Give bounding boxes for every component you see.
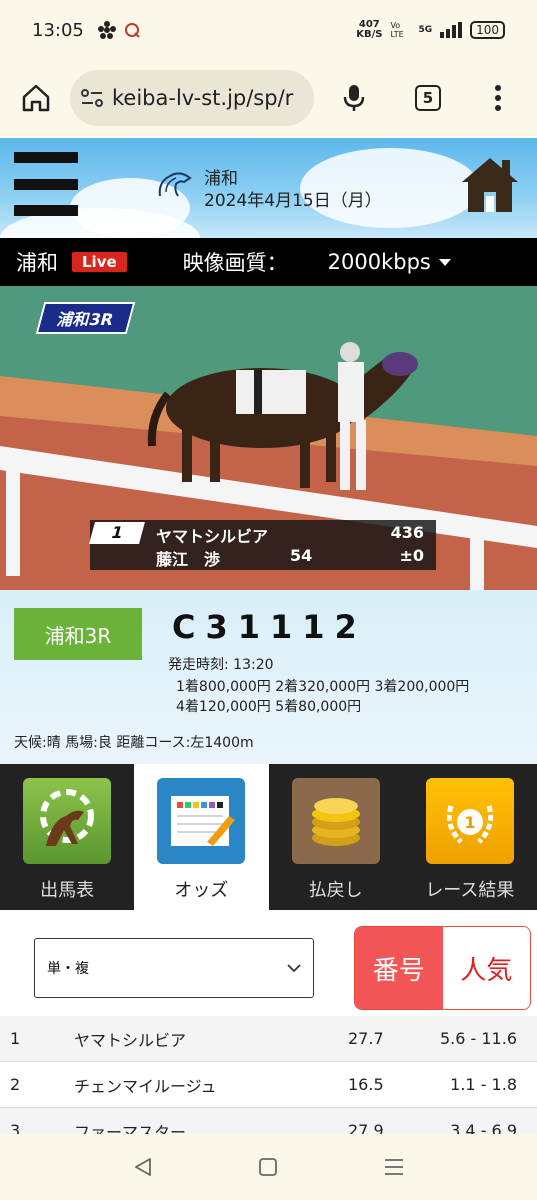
site-home-icon[interactable] [458, 152, 522, 216]
win-odds: 16.5 [348, 1075, 384, 1094]
horse-number: 2 [10, 1075, 21, 1094]
chevron-down-icon [287, 964, 301, 973]
place-odds: 1.1 - 1.8 [450, 1075, 517, 1094]
recents-icon[interactable] [383, 1157, 405, 1177]
url-text: keiba-lv-st.jp/sp/r [112, 86, 294, 110]
status-time: 13:05 [32, 19, 84, 41]
menu-entries[interactable]: 出馬表 [0, 764, 134, 910]
hamburger-menu-button[interactable] [14, 152, 78, 216]
video-quality-label: 映像画質： [182, 251, 288, 275]
race-menu: 出馬表 オッズ 払戻し 1 レース結果 [0, 764, 537, 910]
net-speed-unit: KB/S [356, 29, 383, 40]
caption-horse-name: ヤマトシルビア [156, 527, 269, 546]
menu-odds[interactable]: オッズ [134, 764, 269, 910]
caption-jockey: 藤江 渉 [156, 550, 221, 569]
horse-number: 1 [10, 1029, 21, 1048]
dropdown-caret-icon[interactable] [438, 258, 451, 266]
menu-odds-label: オッズ [174, 880, 229, 901]
tab-switcher-button[interactable]: 5 [406, 76, 450, 120]
signal-icon [440, 22, 463, 38]
svg-text:1: 1 [464, 813, 475, 832]
caption-load: 54 [290, 546, 313, 565]
browser-toolbar: keiba-lv-st.jp/sp/r 5 [0, 60, 537, 136]
home-nav-icon[interactable] [258, 1157, 278, 1177]
place-odds: 5.6 - 11.6 [439, 1029, 517, 1048]
site-settings-icon[interactable] [80, 87, 104, 109]
odds-sheet-icon [157, 778, 246, 864]
bet-type-value: 単・複 [47, 961, 89, 977]
caption-horse-weight: 436 [390, 523, 424, 542]
menu-results-label: レース結果 [425, 880, 515, 901]
battery-indicator: 100 [470, 21, 505, 39]
back-icon[interactable] [132, 1156, 154, 1178]
live-venue: 浦和 [16, 251, 58, 275]
caption-weight-diff: ±0 [399, 546, 424, 565]
network-speed: 407 KB/S [356, 20, 382, 40]
caption-horse-number: 1 [89, 522, 145, 544]
volte-icon: Vo LTE [390, 21, 404, 39]
video-quality-select[interactable]: 2000kbps [328, 250, 431, 274]
bet-type-select[interactable]: 単・複 [34, 938, 314, 998]
sort-toggle: 番号 人気 [354, 926, 531, 1010]
status-bar: 13:05 407 KB/S Vo LTE 5G 100 [0, 0, 537, 60]
table-row[interactable]: 2 チェンマイルージュ 16.5 1.1 - 1.8 [0, 1062, 537, 1108]
horse-name: チェンマイルージュ [74, 1076, 217, 1096]
voice-search-button[interactable] [332, 76, 376, 120]
status-notification-icons [97, 21, 140, 39]
url-bar[interactable]: keiba-lv-st.jp/sp/r [70, 70, 314, 126]
race-conditions: 天候:晴 馬場:良 距離コース:左1400m [14, 735, 254, 751]
race-info-panel: 浦和3R C31112 発走時刻: 13:20 1着800,000円 2着320… [0, 590, 537, 764]
live-bar: 浦和 Live 映像画質： 2000kbps [0, 238, 537, 286]
status-system-icons: 407 KB/S Vo LTE 5G 100 [356, 20, 505, 40]
app-notification-icon [124, 23, 140, 38]
home-button[interactable] [14, 76, 58, 120]
prize-money-line-1: 1着800,000円 2着320,000円 3着200,000円 [176, 679, 470, 695]
more-vert-icon [495, 85, 501, 111]
system-nav-bar [0, 1134, 537, 1200]
header-venue: 浦和 [204, 169, 238, 189]
horse-icon [23, 778, 112, 864]
race-select-button[interactable]: 浦和3R [14, 608, 142, 660]
post-time: 発走時刻: 13:20 [168, 657, 274, 673]
laurel-medal-icon: 1 [425, 778, 514, 864]
network-type: 5G [418, 25, 433, 35]
race-class-name: C31112 [172, 608, 367, 646]
header-title: 浦和 2024年4月15日（月） [204, 168, 382, 212]
menu-payouts-label: 払戻し [308, 880, 363, 901]
site-header: 浦和 2024年4月15日（月） [0, 138, 537, 238]
microphone-icon [343, 85, 365, 111]
menu-results[interactable]: 1 レース結果 [403, 764, 537, 910]
tab-count: 5 [415, 85, 441, 111]
menu-payouts[interactable]: 払戻し [269, 764, 403, 910]
odds-controls: 単・複 番号 人気 [0, 910, 537, 1016]
menu-entries-label: 出馬表 [40, 880, 95, 901]
live-badge: Live [72, 252, 127, 272]
live-video-player[interactable]: 浦和3R 1 ヤマトシルビア 436 藤江 渉 54 ±0 [0, 286, 537, 590]
video-horse-caption: 1 ヤマトシルビア 436 藤江 渉 54 ±0 [89, 520, 436, 570]
header-date: 2024年4月15日（月） [204, 191, 382, 211]
sort-by-number-button[interactable]: 番号 [355, 927, 443, 1009]
home-icon [22, 84, 50, 112]
prize-money-line-2: 4着120,000円 5着80,000円 [176, 699, 362, 715]
flower-icon [97, 21, 116, 39]
horse-name: ヤマトシルビア [74, 1030, 187, 1050]
sort-by-popularity-button[interactable]: 人気 [442, 927, 530, 1009]
table-row[interactable]: 1 ヤマトシルビア 27.7 5.6 - 11.6 [0, 1016, 537, 1062]
horse-head-logo-icon [158, 172, 192, 197]
win-odds: 27.7 [348, 1029, 384, 1048]
video-race-tag: 浦和3R [35, 302, 136, 334]
browser-menu-button[interactable] [476, 76, 520, 120]
coins-icon [291, 778, 380, 864]
